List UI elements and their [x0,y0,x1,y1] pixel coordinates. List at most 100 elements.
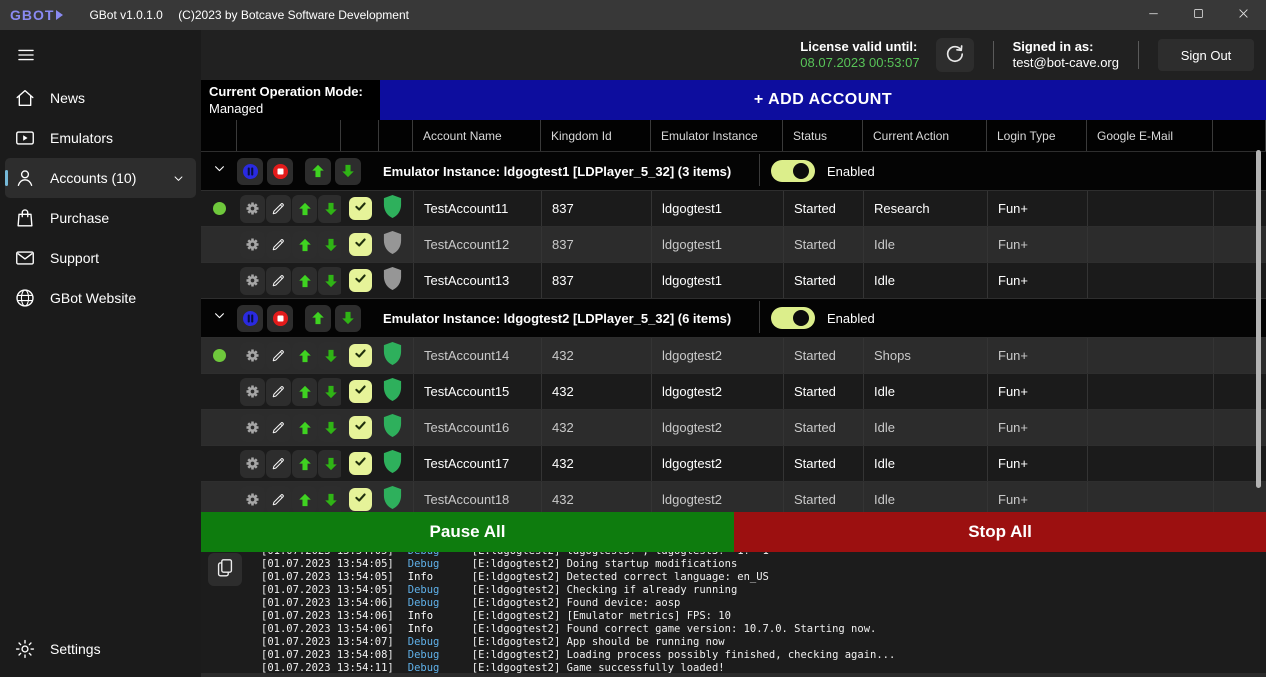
account-checkbox-cell [341,374,379,409]
edit-account-button[interactable] [266,450,291,478]
move-account-up-button[interactable] [292,414,317,442]
account-row[interactable]: TestAccount17432ldgogtest2StartedIdleFun… [201,446,1266,482]
vertical-scrollbar[interactable] [1256,150,1261,488]
account-settings-button[interactable] [240,450,265,478]
account-checkbox[interactable] [349,380,372,403]
log-line: [01.07.2023 13:54:08]Debug[E:ldgogtest2]… [261,649,1266,662]
account-checkbox[interactable] [349,197,372,220]
account-row[interactable]: TestAccount12837ldgogtest1StartedIdleFun… [201,227,1266,263]
check-icon [353,199,368,219]
account-settings-button[interactable] [240,231,265,259]
cell-current-action: Research [863,191,987,226]
move-account-down-button[interactable] [318,414,341,442]
move-account-up-button[interactable] [292,450,317,478]
move-account-down-button[interactable] [318,486,341,513]
column-header-login-type[interactable]: Login Type [987,120,1087,151]
move-account-down-button[interactable] [318,195,341,223]
edit-account-button[interactable] [266,195,291,223]
account-checkbox[interactable] [349,233,372,256]
stop-all-button[interactable]: Stop All [734,512,1266,552]
group-enabled-toggle[interactable]: Enabled [771,307,875,329]
pause-group-button[interactable] [237,305,263,332]
toggle-pill[interactable] [771,160,815,182]
account-checkbox[interactable] [349,416,372,439]
pause-all-button[interactable]: Pause All [201,512,734,552]
account-checkbox[interactable] [349,452,372,475]
column-header-emulator-instance[interactable]: Emulator Instance [651,120,783,151]
account-row[interactable]: TestAccount15432ldgogtest2StartedIdleFun… [201,374,1266,410]
maximize-button[interactable] [1176,0,1221,30]
move-account-down-button[interactable] [318,231,341,259]
chevron-down-icon[interactable] [171,171,186,186]
refresh-license-button[interactable] [936,38,974,72]
sidebar-item-support[interactable]: Support [5,238,196,278]
close-button[interactable] [1221,0,1266,30]
collapse-group-button[interactable] [201,307,237,329]
edit-account-button[interactable] [266,486,291,513]
account-row[interactable]: TestAccount16432ldgogtest2StartedIdleFun… [201,410,1266,446]
group-enabled-toggle[interactable]: Enabled [771,160,875,182]
sidebar-item-accounts-10[interactable]: Accounts (10) [5,158,196,198]
move-account-up-button[interactable] [292,231,317,259]
account-row[interactable]: TestAccount13837ldgogtest1StartedIdleFun… [201,263,1266,299]
move-account-down-button[interactable] [318,450,341,478]
copy-log-button[interactable] [208,553,242,586]
account-row[interactable]: TestAccount18432ldgogtest2StartedIdleFun… [201,482,1266,512]
account-settings-button[interactable] [240,342,265,370]
stop-icon [271,162,290,181]
column-header-current-action[interactable]: Current Action [863,120,987,151]
move-account-down-button[interactable] [318,378,341,406]
move-account-up-button[interactable] [292,486,317,513]
move-account-down-button[interactable] [318,267,341,295]
account-settings-button[interactable] [240,378,265,406]
account-row[interactable]: TestAccount14432ldgogtest2StartedShopsFu… [201,338,1266,374]
arrow-down-icon [324,238,338,252]
move-account-up-button[interactable] [292,267,317,295]
gear-icon [244,200,261,217]
account-settings-button[interactable] [240,414,265,442]
sidebar-item-gbot-website[interactable]: GBot Website [5,278,196,318]
divider [993,41,994,69]
sidebar-item-settings[interactable]: Settings [5,629,196,669]
column-header-google-e-mail[interactable]: Google E-Mail [1087,120,1213,151]
column-header-kingdom-id[interactable]: Kingdom Id [541,120,651,151]
move-account-up-button[interactable] [292,195,317,223]
log-message: [E:ldgogtest2] Checking if already runni… [472,584,738,596]
sidebar-item-news[interactable]: News [5,78,196,118]
move-account-up-button[interactable] [292,342,317,370]
account-settings-button[interactable] [240,486,265,513]
account-settings-button[interactable] [240,195,265,223]
move-group-up-button[interactable] [305,305,331,332]
account-checkbox[interactable] [349,269,372,292]
column-header-status[interactable]: Status [783,120,863,151]
move-account-up-button[interactable] [292,378,317,406]
pause-group-button[interactable] [237,158,263,185]
cell-status: Started [783,482,863,512]
edit-account-button[interactable] [266,342,291,370]
move-group-down-button[interactable] [335,305,361,332]
edit-account-button[interactable] [266,378,291,406]
edit-account-button[interactable] [266,414,291,442]
move-account-down-button[interactable] [318,342,341,370]
account-row[interactable]: TestAccount11837ldgogtest1StartedResearc… [201,191,1266,227]
sidebar-item-emulators[interactable]: Emulators [5,118,196,158]
account-checkbox[interactable] [349,344,372,367]
sidebar-item-purchase[interactable]: Purchase [5,198,196,238]
stop-group-button[interactable] [267,158,293,185]
move-group-down-button[interactable] [335,158,361,185]
minimize-button[interactable] [1131,0,1176,30]
edit-account-button[interactable] [266,231,291,259]
signed-in-email: test@bot-cave.org [1013,55,1119,71]
stop-group-button[interactable] [267,305,293,332]
collapse-group-button[interactable] [201,160,237,182]
cell-status: Started [783,446,863,481]
sign-out-button[interactable]: Sign Out [1158,39,1254,71]
account-checkbox[interactable] [349,488,372,511]
edit-account-button[interactable] [266,267,291,295]
move-group-up-button[interactable] [305,158,331,185]
column-header-account-name[interactable]: Account Name [413,120,541,151]
toggle-pill[interactable] [771,307,815,329]
account-settings-button[interactable] [240,267,265,295]
add-account-button[interactable]: + ADD ACCOUNT [380,80,1266,120]
hamburger-menu-button[interactable] [10,42,42,70]
